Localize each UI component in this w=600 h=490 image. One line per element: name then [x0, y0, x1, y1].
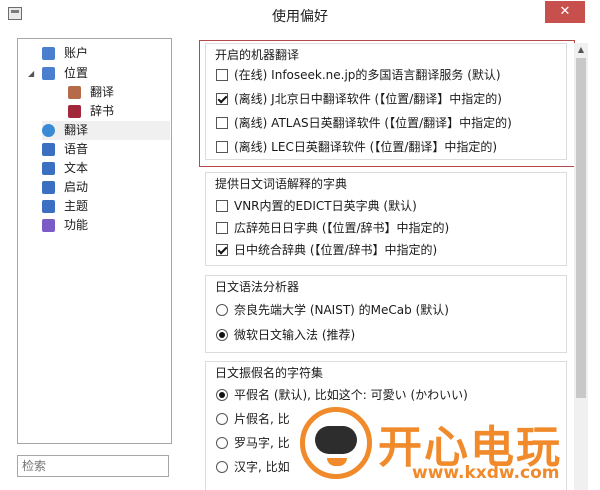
- dictionary-icon: [68, 105, 81, 118]
- radio-button[interactable]: [216, 389, 228, 401]
- collapse-arrow-icon[interactable]: ◢: [28, 69, 34, 78]
- checkbox[interactable]: [216, 93, 228, 105]
- radio-button[interactable]: [216, 461, 228, 473]
- translate-book-icon: [68, 86, 81, 99]
- sidebar-item-features[interactable]: 功能: [42, 216, 170, 235]
- kana-charset-group: 日文振假名的字符集 平假名 (默认), 比如这个: 可愛い (かわいい) 片假名…: [205, 361, 567, 490]
- checkbox[interactable]: [216, 200, 228, 212]
- sidebar-item-text[interactable]: 文本: [42, 159, 170, 178]
- sidebar-item-account[interactable]: 账户: [42, 44, 170, 63]
- settings-nav-tree: 账户 ◢ 位置 翻译 辞书 翻译 语音 文本 启动 主题 功能: [17, 38, 172, 444]
- search-input[interactable]: [17, 455, 169, 477]
- group-title: 开启的机器翻译: [213, 46, 302, 63]
- window-title: 使用偏好: [272, 9, 328, 25]
- gear-icon: [42, 219, 55, 232]
- group-title: 日文语法分析器: [213, 278, 302, 295]
- sidebar-item-location-translate[interactable]: 翻译: [68, 83, 170, 102]
- checkbox[interactable]: [216, 117, 228, 129]
- user-icon: [42, 47, 55, 60]
- checkbox[interactable]: [216, 69, 228, 81]
- text-icon: [42, 162, 55, 175]
- sidebar-item-theme[interactable]: 主题: [42, 197, 170, 216]
- checkbox[interactable]: [216, 244, 228, 256]
- dictionary-group: 提供日文词语解释的字典 VNR内置的EDICT日英字典 (默认) 広辞苑日日字典…: [205, 172, 567, 266]
- group-title: 提供日文词语解释的字典: [213, 175, 350, 192]
- vertical-scrollbar[interactable]: ▲: [574, 43, 588, 490]
- globe-icon: [42, 124, 55, 137]
- user-icon: [42, 67, 55, 80]
- sidebar-item-location[interactable]: 位置: [42, 64, 170, 83]
- launch-icon: [42, 181, 55, 194]
- scroll-thumb[interactable]: [576, 58, 586, 398]
- checkbox[interactable]: [216, 222, 228, 234]
- checkbox[interactable]: [216, 141, 228, 153]
- sidebar-item-launch[interactable]: 启动: [42, 178, 170, 197]
- machine-translation-group: 开启的机器翻译 (在线) Infoseek.ne.jp的多国语言翻译服务 (默认…: [205, 43, 567, 160]
- settings-panel: 开启的机器翻译 (在线) Infoseek.ne.jp的多国语言翻译服务 (默认…: [195, 38, 595, 490]
- radio-button[interactable]: [216, 329, 228, 341]
- radio-button[interactable]: [216, 304, 228, 316]
- scroll-up-arrow-icon[interactable]: ▲: [574, 43, 588, 56]
- theme-icon: [42, 200, 55, 213]
- radio-button[interactable]: [216, 437, 228, 449]
- sidebar-item-translate[interactable]: 翻译: [42, 121, 170, 140]
- sidebar-item-location-dictionary[interactable]: 辞书: [68, 102, 170, 121]
- grammar-analyzer-group: 日文语法分析器 奈良先端大学 (NAIST) 的MeCab (默认) 微软日文输…: [205, 275, 567, 353]
- radio-button[interactable]: [216, 413, 228, 425]
- music-note-icon: [42, 143, 55, 156]
- group-title: 日文振假名的字符集: [213, 364, 326, 381]
- close-button[interactable]: ✕: [545, 1, 585, 23]
- sidebar-item-voice[interactable]: 语音: [42, 140, 170, 159]
- title-bar: 使用偏好 ✕: [0, 0, 600, 30]
- preferences-window: 使用偏好 ✕ 账户 ◢ 位置 翻译 辞书 翻译 语音 文本 启动 主题 功能 检…: [0, 0, 600, 490]
